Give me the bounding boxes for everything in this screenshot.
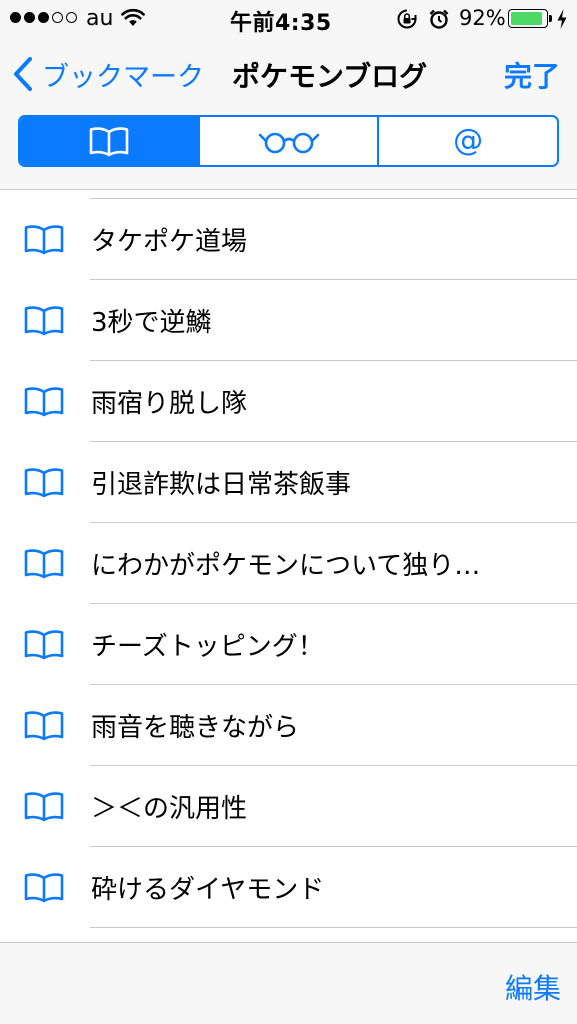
charging-bolt-icon — [557, 9, 567, 29]
list-item-label: 引退詐欺は日常茶飯事 — [91, 470, 352, 500]
rotation-lock-icon — [397, 9, 417, 29]
signal-dot — [52, 12, 63, 23]
clock-time: 午前4:35 — [230, 11, 332, 36]
status-bar: au 午前4:35 92% — [0, 0, 577, 40]
book-icon — [24, 225, 64, 255]
signal-dot — [10, 12, 21, 23]
battery-icon — [508, 9, 548, 28]
book-icon — [24, 468, 64, 498]
bookmarks-screen: au 午前4:35 92% ブックマーク ポケモンブログ 完了 @ タケポケ道場… — [0, 0, 577, 1024]
list-item-label: 砕けるダイヤモンド — [91, 875, 325, 905]
tab-reading-list[interactable] — [197, 117, 378, 165]
bottom-toolbar: 編集 — [0, 942, 577, 1024]
carrier-name: au — [86, 6, 114, 31]
battery-level-fill — [511, 12, 543, 25]
battery-tip — [549, 15, 552, 22]
back-button-label: ブックマーク — [42, 61, 204, 93]
alarm-icon — [429, 9, 449, 29]
list-item[interactable]: チーズトッピング！ — [0, 604, 577, 685]
list-item[interactable]: ＞＜の汎用性 — [0, 766, 577, 847]
segmented-control: @ — [18, 115, 559, 167]
chevron-left-icon — [14, 57, 32, 91]
list-item[interactable]: 砕けるダイヤモンド — [0, 847, 577, 928]
battery-percentage: 92% — [459, 6, 506, 30]
tab-shared-links[interactable]: @ — [377, 117, 557, 165]
wifi-icon — [121, 8, 145, 26]
book-icon — [24, 711, 64, 741]
list-item[interactable]: 雨音を聴きながら — [0, 685, 577, 766]
edit-button[interactable]: 編集 — [505, 967, 561, 1007]
page-title: ポケモンブログ — [232, 60, 428, 93]
signal-strength-icon — [10, 12, 77, 23]
list-item[interactable]: にわかがポケモンについて独り… — [0, 523, 577, 604]
list-item-label: ＞＜の汎用性 — [91, 794, 248, 824]
book-icon — [89, 127, 129, 157]
book-icon — [24, 306, 64, 336]
list-item-label: にわかがポケモンについて独り… — [91, 551, 481, 581]
tab-bookmarks[interactable] — [20, 117, 198, 165]
book-icon — [24, 387, 64, 417]
list-item-label: チーズトッピング！ — [91, 632, 324, 662]
bookmark-list: タケポケ道場 3秒で逆鱗 雨宿り脱し隊 引退詐欺は日常茶飯事 にわかがポケモンに… — [0, 190, 577, 928]
list-item[interactable]: タケポケ道場 — [0, 199, 577, 280]
list-item-label: 雨音を聴きながら — [91, 713, 300, 743]
list-item-label: タケポケ道場 — [91, 227, 248, 257]
list-item[interactable]: 雨宿り脱し隊 — [0, 361, 577, 442]
glasses-icon — [258, 132, 319, 154]
signal-dot — [38, 12, 49, 23]
book-icon — [24, 792, 64, 822]
top-bar: au 午前4:35 92% ブックマーク ポケモンブログ 完了 @ — [0, 0, 577, 190]
list-item-label: 雨宿り脱し隊 — [91, 389, 248, 419]
done-button[interactable]: 完了 — [504, 55, 560, 95]
book-icon — [24, 630, 64, 660]
list-item[interactable]: 引退詐欺は日常茶飯事 — [0, 442, 577, 523]
signal-dot — [66, 12, 77, 23]
list-item[interactable]: 3秒で逆鱗 — [0, 280, 577, 361]
back-button[interactable]: ブックマーク — [12, 52, 204, 96]
at-icon: @ — [453, 123, 484, 158]
signal-dot — [24, 12, 35, 23]
list-item-label: 3秒で逆鱗 — [91, 308, 212, 338]
book-icon — [24, 873, 64, 903]
book-icon — [24, 549, 64, 579]
